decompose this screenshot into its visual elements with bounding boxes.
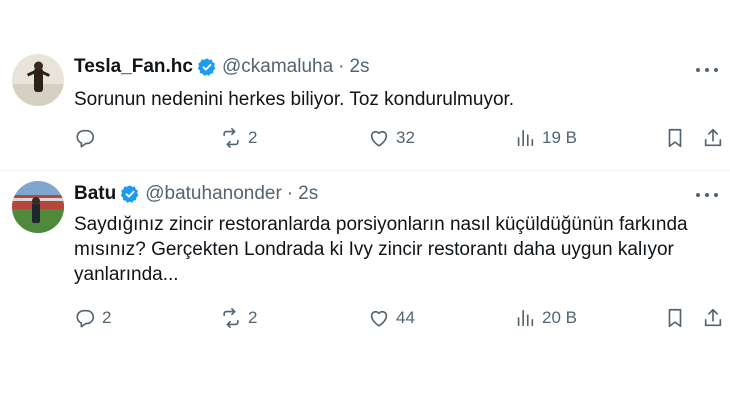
view-count: 19 B <box>542 128 577 147</box>
share-icon <box>704 128 722 147</box>
tweet-header: Batu @batuhanonder · 2s <box>74 182 318 206</box>
view-count: 20 B <box>542 308 577 327</box>
display-name[interactable]: Tesla_Fan.hc <box>74 55 193 79</box>
tweet-text: Sorunun nedenini herkes biliyor. Toz kon… <box>74 89 515 110</box>
reply-count: 2 <box>102 308 112 327</box>
separator-dot: · <box>286 183 294 204</box>
bookmark-button[interactable] <box>664 305 686 331</box>
more-icon[interactable] <box>694 60 720 80</box>
like-count: 44 <box>396 308 415 327</box>
bookmark-icon <box>668 308 682 328</box>
retweet-button[interactable]: 2 <box>220 125 257 151</box>
user-handle[interactable]: @batuhanonder <box>145 182 282 206</box>
views-button[interactable]: 20 B <box>514 305 577 331</box>
verified-badge-icon <box>121 185 139 203</box>
views-icon <box>517 309 534 327</box>
avatar[interactable] <box>12 54 64 106</box>
views-icon <box>517 129 534 147</box>
share-icon <box>704 308 722 327</box>
tweet[interactable]: Batu @batuhanonder · 2s Saydığınız zinci… <box>0 172 730 420</box>
retweet-count: 2 <box>248 308 258 327</box>
share-button[interactable] <box>702 305 724 331</box>
retweet-count: 2 <box>248 128 258 147</box>
bookmark-button[interactable] <box>664 125 686 151</box>
like-button[interactable]: 44 <box>368 305 415 331</box>
reply-icon <box>76 309 95 328</box>
bookmark-icon <box>668 128 682 148</box>
views-button[interactable]: 19 B <box>514 125 577 151</box>
like-icon <box>370 130 388 147</box>
avatar[interactable] <box>12 181 64 233</box>
more-icon[interactable] <box>694 185 720 205</box>
retweet-icon <box>223 308 239 328</box>
separator-dot: · <box>338 56 345 77</box>
tweet-header: Tesla_Fan.hc @ckamaluha · 2s <box>74 55 370 79</box>
like-count: 32 <box>396 128 415 147</box>
reply-button[interactable]: 2 <box>74 305 111 331</box>
tweet-actions: 2 2 44 20 B <box>74 305 724 331</box>
tweet[interactable]: Tesla_Fan.hc @ckamaluha · 2s Sorunun ned… <box>0 0 730 171</box>
verified-badge-icon <box>197 58 216 76</box>
retweet-button[interactable]: 2 <box>220 305 257 331</box>
like-button[interactable]: 32 <box>368 125 415 151</box>
tweet-actions: 2 32 19 B <box>74 125 724 151</box>
retweet-icon <box>223 128 239 148</box>
tweet-text: Saydığınız zincir restoranlarda porsiyon… <box>74 214 688 285</box>
user-handle[interactable]: @ckamaluha <box>222 55 333 79</box>
like-icon <box>370 310 388 327</box>
display-name[interactable]: Batu <box>74 182 116 206</box>
reply-button[interactable] <box>74 125 102 151</box>
reply-icon <box>76 129 95 148</box>
timestamp[interactable]: 2s <box>298 182 318 206</box>
timestamp[interactable]: 2s <box>349 55 369 79</box>
share-button[interactable] <box>702 125 724 151</box>
